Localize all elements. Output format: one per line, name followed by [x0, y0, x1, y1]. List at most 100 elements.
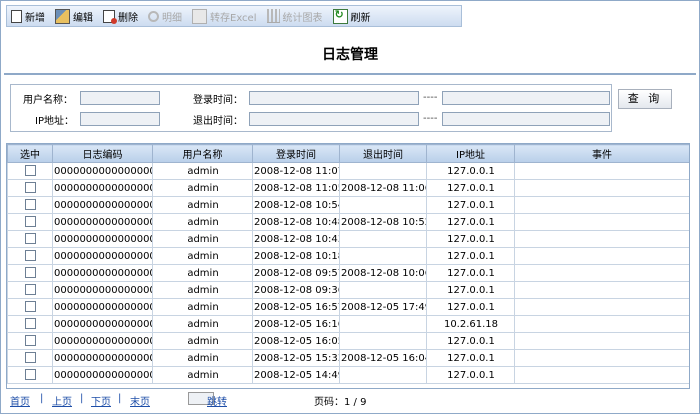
- chart-button-label: 统计图表: [282, 12, 323, 24]
- table-row[interactable]: 0000000000000000010admin2008-12-08 10:18…: [7, 247, 689, 265]
- last-page-link[interactable]: 末页: [130, 393, 150, 408]
- logout-time-to-input[interactable]: [442, 112, 610, 126]
- row-checkbox[interactable]: [25, 233, 36, 245]
- row-checkbox[interactable]: [25, 216, 36, 228]
- detail-button[interactable]: 明细: [144, 7, 188, 25]
- table-row[interactable]: 0000000000000000009admin2008-12-05 14:49…: [7, 366, 689, 384]
- username-cell: admin: [152, 281, 253, 299]
- row-select-cell: [7, 281, 53, 299]
- prev-page-link[interactable]: 上页: [52, 393, 72, 408]
- login-time-cell: 2008-12-08 11:07: [252, 162, 340, 180]
- row-checkbox[interactable]: [25, 301, 36, 313]
- query-button[interactable]: 查 询: [618, 89, 672, 109]
- table-row[interactable]: 0000000000000000010admin2008-12-08 09:36…: [7, 281, 689, 299]
- row-checkbox[interactable]: [25, 284, 36, 296]
- username-label: 用户名称：: [23, 95, 73, 106]
- edit-button[interactable]: 编辑: [51, 7, 99, 25]
- login-time-cell: 2008-12-05 15:33: [252, 349, 340, 367]
- chart-icon: [266, 9, 280, 23]
- ip-cell: 127.0.0.1: [426, 230, 515, 248]
- pager-separator: |: [40, 393, 44, 404]
- username-cell: admin: [152, 366, 253, 384]
- ip-cell: 127.0.0.1: [426, 162, 515, 180]
- row-checkbox[interactable]: [25, 335, 36, 347]
- log-table: 选中 日志编码 用户名称 登录时间 退出时间 IP地址 事件 000000000…: [6, 143, 690, 389]
- row-checkbox[interactable]: [25, 369, 36, 381]
- row-checkbox[interactable]: [25, 250, 36, 262]
- header-log-code[interactable]: 日志编码: [52, 144, 153, 163]
- username-cell: admin: [152, 179, 253, 197]
- row-checkbox[interactable]: [25, 199, 36, 211]
- delete-button[interactable]: 删除: [99, 7, 144, 25]
- username-cell: admin: [152, 230, 253, 248]
- username-cell: admin: [152, 264, 253, 282]
- header-select[interactable]: 选中: [7, 144, 53, 163]
- logout-time-cell: 2008-12-05 17:49: [339, 298, 427, 316]
- header-ip[interactable]: IP地址: [426, 144, 515, 163]
- login-time-cell: 2008-12-08 10:48: [252, 213, 340, 231]
- ip-cell: 127.0.0.1: [426, 298, 515, 316]
- table-row[interactable]: 0000000000000000010admin2008-12-08 09:57…: [7, 264, 689, 282]
- login-time-cell: 2008-12-08 09:36: [252, 281, 340, 299]
- logout-time-cell: 2008-12-08 10:52: [339, 213, 427, 231]
- row-checkbox[interactable]: [25, 182, 36, 194]
- ip-cell: 127.0.0.1: [426, 179, 515, 197]
- username-input[interactable]: [80, 91, 160, 105]
- table-row[interactable]: 0000000000000000010admin2008-12-08 10:43…: [7, 230, 689, 248]
- jump-link[interactable]: 跳转: [207, 393, 227, 408]
- login-time-cell: 2008-12-05 16:57: [252, 298, 340, 316]
- row-select-cell: [7, 366, 53, 384]
- login-time-to-input[interactable]: [442, 91, 610, 105]
- log-code-cell: 0000000000000000010: [52, 230, 153, 248]
- event-cell: [514, 264, 689, 282]
- table-row[interactable]: 0000000000000000009admin2008-12-05 16:05…: [7, 332, 689, 350]
- row-checkbox[interactable]: [25, 318, 36, 330]
- logout-time-cell: [339, 196, 427, 214]
- row-checkbox[interactable]: [25, 267, 36, 279]
- log-code-cell: 0000000000000000009: [52, 366, 153, 384]
- log-code-cell: 0000000000000000009: [52, 298, 153, 316]
- export-excel-button[interactable]: 转存Excel: [188, 7, 263, 25]
- table-row[interactable]: 0000000000000000009admin2008-12-05 15:33…: [7, 349, 689, 367]
- row-select-cell: [7, 179, 53, 197]
- table-row[interactable]: 0000000000000000010admin2008-12-08 10:54…: [7, 196, 689, 214]
- refresh-icon: [332, 8, 348, 24]
- login-time-cell: 2008-12-08 11:05: [252, 179, 340, 197]
- event-cell: [514, 281, 689, 299]
- logout-time-cell: [339, 247, 427, 265]
- table-header-row: 选中 日志编码 用户名称 登录时间 退出时间 IP地址 事件: [7, 144, 689, 163]
- username-cell: admin: [152, 213, 253, 231]
- event-cell: [514, 213, 689, 231]
- logout-time-label: 退出时间：: [193, 116, 243, 127]
- logout-time-cell: [339, 281, 427, 299]
- ip-cell: 127.0.0.1: [426, 281, 515, 299]
- table-row[interactable]: 0000000000000000009admin2008-12-05 16:16…: [7, 315, 689, 333]
- row-select-cell: [7, 332, 53, 350]
- chart-button[interactable]: 统计图表: [263, 7, 329, 25]
- row-select-cell: [7, 349, 53, 367]
- row-checkbox[interactable]: [25, 165, 36, 177]
- log-code-cell: 0000000000000000010: [52, 196, 153, 214]
- header-event[interactable]: 事件: [514, 144, 689, 163]
- row-select-cell: [7, 196, 53, 214]
- row-select-cell: [7, 264, 53, 282]
- table-row[interactable]: 0000000000000000009admin2008-12-05 16:57…: [7, 298, 689, 316]
- new-button[interactable]: 新增: [7, 7, 51, 25]
- table-row[interactable]: 0000000000000000010admin2008-12-08 11:07…: [7, 162, 689, 180]
- event-cell: [514, 247, 689, 265]
- refresh-button[interactable]: 刷新: [329, 7, 377, 25]
- ip-input[interactable]: [80, 112, 160, 126]
- row-checkbox[interactable]: [25, 352, 36, 364]
- logout-time-cell: [339, 315, 427, 333]
- first-page-link[interactable]: 首页: [10, 393, 30, 408]
- table-row[interactable]: 0000000000000000010admin2008-12-08 11:05…: [7, 179, 689, 197]
- next-page-link[interactable]: 下页: [91, 393, 111, 408]
- log-code-cell: 0000000000000000009: [52, 315, 153, 333]
- header-login-time[interactable]: 登录时间: [252, 144, 340, 163]
- table-row[interactable]: 0000000000000000010admin2008-12-08 10:48…: [7, 213, 689, 231]
- login-time-from-input[interactable]: [249, 91, 419, 105]
- header-logout-time[interactable]: 退出时间: [339, 144, 427, 163]
- header-username[interactable]: 用户名称: [152, 144, 253, 163]
- title-divider: [4, 73, 696, 75]
- logout-time-from-input[interactable]: [249, 112, 419, 126]
